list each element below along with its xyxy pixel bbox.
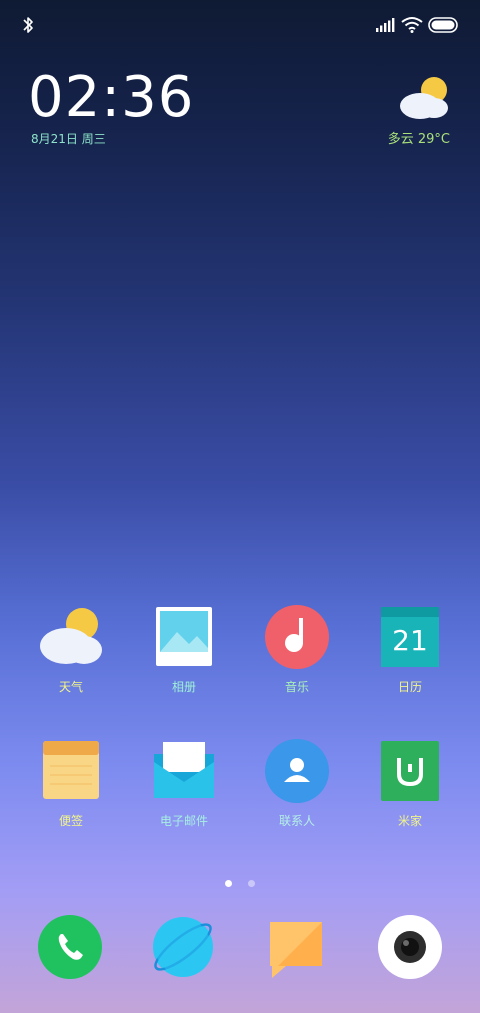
app-notes[interactable]: 便签 [16,738,126,828]
app-label: 电子邮件 [159,814,208,828]
app-label: 音乐 [284,680,309,694]
calendar-day: 21 [392,624,428,657]
app-label: 联系人 [278,814,315,828]
email-icon [154,742,214,798]
app-calendar[interactable]: 21 日历 [355,604,465,694]
bluetooth-icon [23,17,33,33]
app-label: 相册 [171,680,196,694]
app-label: 日历 [397,680,422,694]
weather-summary: 多云 29°C [387,132,450,147]
app-music[interactable]: 音乐 [242,604,352,694]
app-label: 米家 [397,814,422,828]
gallery-icon [156,607,212,666]
camera-icon[interactable] [377,914,443,980]
weather-icon [40,608,102,664]
status-bar [0,0,480,50]
page-dot-2[interactable] [247,880,255,887]
battery-icon [428,17,458,33]
page-indicator [0,872,480,891]
app-gallery[interactable]: 相册 [129,604,239,694]
partly-cloudy-icon[interactable] [396,74,452,122]
app-email[interactable]: 电子邮件 [129,738,239,828]
app-mihome[interactable]: 米家 [355,738,465,828]
clock-time[interactable]: 02:36 [28,64,194,132]
browser-icon[interactable] [150,914,216,980]
messages-icon[interactable] [264,914,330,980]
app-contacts[interactable]: 联系人 [242,738,352,828]
calendar-icon: 21 [381,607,439,667]
contacts-icon [265,739,329,803]
app-label: 便签 [58,814,83,828]
cellular-signal-icon [376,18,395,32]
mihome-icon [381,741,439,801]
app-weather[interactable]: 天气 [16,604,126,694]
music-icon [265,605,329,669]
notes-icon [43,741,99,799]
app-label: 天气 [58,680,83,694]
phone-icon[interactable] [37,914,103,980]
clock-date: 8月21日 周三 [31,132,106,146]
page-dot-1[interactable] [225,880,233,887]
wifi-icon [401,17,423,33]
